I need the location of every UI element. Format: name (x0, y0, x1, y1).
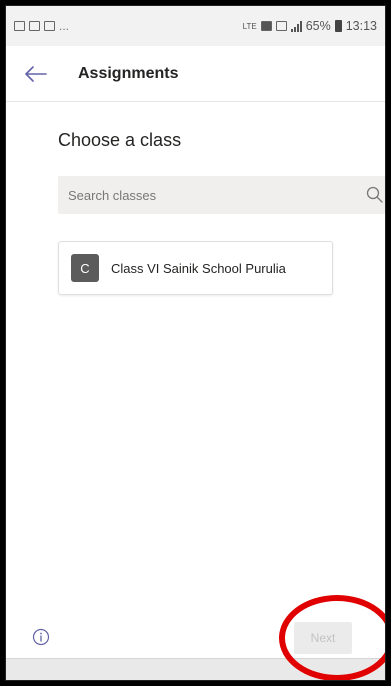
status-time: 13:13 (345, 19, 377, 33)
class-list-item[interactable]: C Class VI Sainik School Purulia (58, 241, 333, 295)
gallery-notification-icon (14, 21, 25, 31)
status-right-icons: LTE 65% 13:13 (243, 19, 377, 33)
phone-screen: ... LTE 65% 13:13 Assignments Choose a c… (5, 5, 386, 681)
class-name: Class VI Sainik School Purulia (111, 260, 286, 276)
mail-notification-icon (29, 21, 40, 31)
back-button[interactable] (12, 50, 60, 98)
status-bar: ... LTE 65% 13:13 (6, 6, 385, 46)
status-left-icons: ... (14, 19, 69, 33)
next-button[interactable]: Next (294, 622, 352, 654)
search-icon (366, 186, 383, 203)
battery-icon (334, 20, 342, 32)
info-icon[interactable] (32, 628, 50, 646)
class-avatar: C (71, 254, 99, 282)
section-title: Choose a class (58, 130, 182, 150)
cast-icon (260, 21, 272, 31)
battery-percent: 65% (305, 19, 331, 33)
signal-icon (290, 20, 302, 32)
app-header: Assignments (6, 46, 385, 102)
page-title: Assignments (78, 64, 179, 82)
system-navigation-bar (6, 658, 385, 680)
screenshot-icon (275, 21, 287, 31)
search-placeholder: Search classes (68, 187, 157, 203)
volte-label: LTE (242, 21, 257, 31)
arrow-left-icon (25, 65, 47, 82)
search-input[interactable]: Search classes (58, 176, 385, 214)
message-notification-icon (44, 21, 55, 31)
more-notifications: ... (59, 19, 70, 33)
